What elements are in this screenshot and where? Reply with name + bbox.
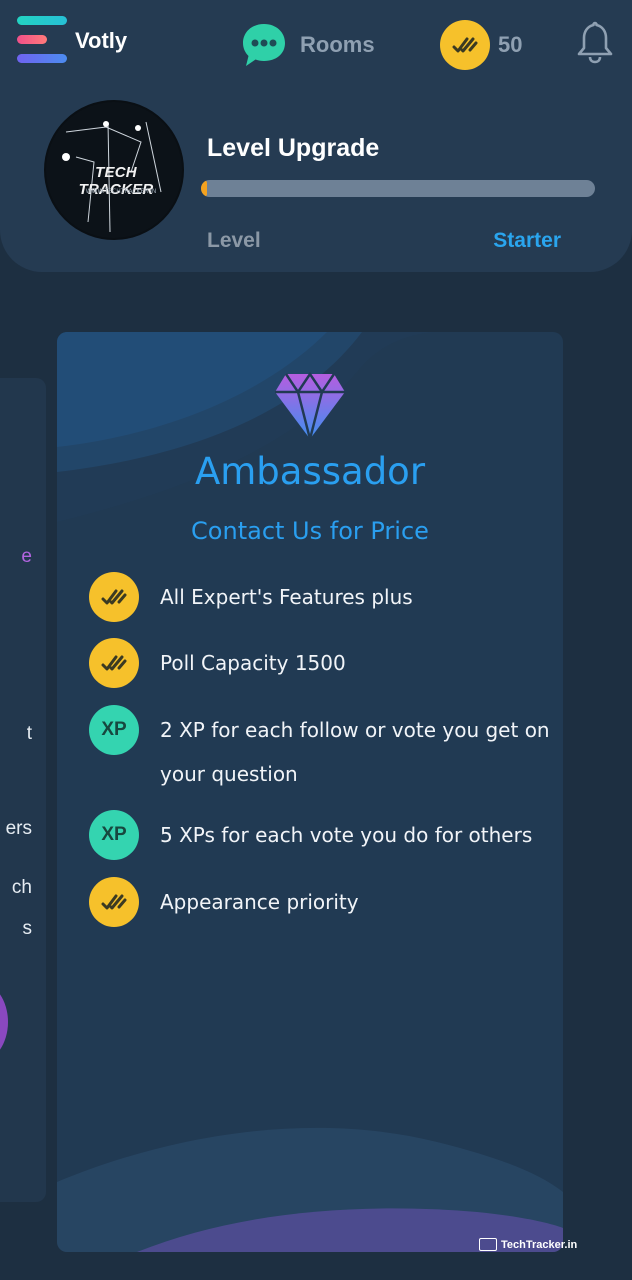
top-navigation-bar: Votly Rooms 50 — [0, 0, 632, 90]
feature-item: XP 5 XPs for each vote you do for others — [89, 810, 559, 860]
vote-check-icon — [89, 638, 139, 688]
avatar[interactable]: TECH TRACKER WWW.TECHTRACKER.IN — [44, 100, 184, 240]
watermark: TechTracker.in — [479, 1238, 577, 1251]
level-upgrade-title: Level Upgrade — [207, 134, 380, 162]
level-value: Starter — [493, 229, 561, 252]
peek-text: t — [26, 723, 32, 744]
feature-text: Appearance priority — [160, 890, 359, 914]
peek-text: s — [22, 918, 33, 939]
vote-check-icon — [89, 877, 139, 927]
plan-price[interactable]: Contact Us for Price — [57, 517, 563, 545]
browser-icon — [479, 1238, 497, 1251]
feature-text: 2 XP for each follow or vote you get on … — [160, 718, 550, 786]
app-title: Votly — [75, 28, 128, 53]
bell-icon[interactable] — [575, 20, 615, 64]
xp-badge-icon: XP — [89, 705, 139, 755]
level-progress-bar — [201, 180, 595, 197]
previous-plan-card[interactable]: e t ers ch s — [0, 378, 46, 1202]
watermark-text: TechTracker.in — [501, 1238, 578, 1251]
peek-text: e — [21, 546, 32, 567]
vote-check-icon — [440, 20, 490, 70]
vote-check-icon — [89, 572, 139, 622]
feature-text: Poll Capacity 1500 — [160, 651, 346, 675]
feature-text: All Expert's Features plus — [160, 585, 413, 609]
avatar-logo-subtext: WWW.TECHTRACKER.IN — [85, 188, 157, 195]
chat-bubble-icon — [240, 21, 288, 69]
peek-text: ers — [5, 818, 32, 839]
xp-badge-icon: XP — [89, 810, 139, 860]
peek-button — [0, 982, 8, 1062]
feature-text: 5 XPs for each vote you do for others — [160, 823, 533, 847]
feature-item: XP 2 XP for each follow or vote you get … — [89, 705, 559, 796]
coin-count: 50 — [498, 32, 523, 57]
peek-text: ch — [11, 877, 32, 898]
profile-header-panel: Votly Rooms 50 TECH TRACKER WWW.TECHTRAC… — [0, 0, 632, 272]
plan-name: Ambassador — [194, 450, 426, 493]
coin-balance[interactable]: 50 — [440, 20, 522, 70]
rooms-button[interactable]: Rooms — [240, 20, 375, 70]
level-label: Level — [207, 229, 261, 252]
diamond-icon — [275, 372, 345, 440]
plan-card-ambassador[interactable]: Ambassador Contact Us for Price All Expe… — [57, 332, 563, 1252]
feature-item: All Expert's Features plus — [89, 572, 559, 622]
rooms-label: Rooms — [300, 32, 375, 57]
level-progress-fill — [201, 180, 207, 197]
menu-icon[interactable] — [17, 16, 67, 64]
feature-item: Poll Capacity 1500 — [89, 638, 559, 688]
feature-item: Appearance priority — [89, 877, 559, 927]
